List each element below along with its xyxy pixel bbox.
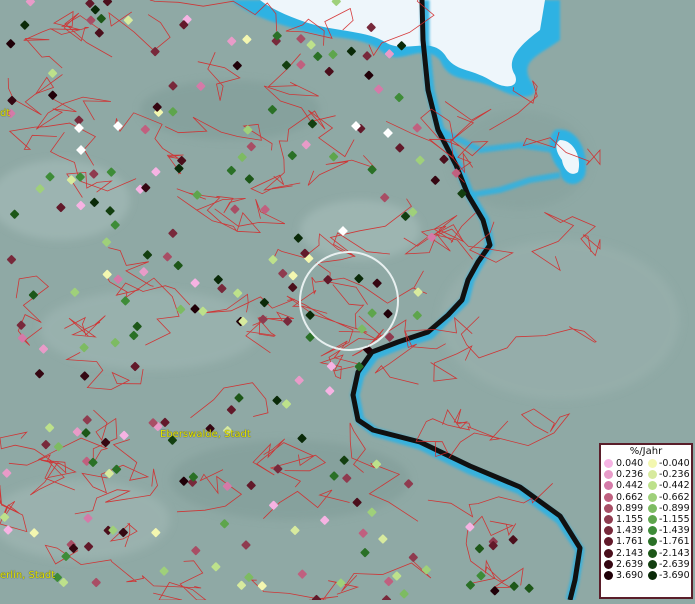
legend-swatch-negative <box>648 470 657 480</box>
legend-swatch-negative <box>648 481 657 491</box>
legend-row: 0.442 -0.442 <box>601 480 691 491</box>
legend-swatch-positive <box>604 503 613 513</box>
legend-swatch-positive <box>604 537 613 547</box>
legend-swatch-positive <box>604 526 613 536</box>
legend-swatch-positive <box>604 459 613 468</box>
legend-row: 2.639 -2.639 <box>601 559 691 570</box>
legend-row: 1.439 -1.439 <box>601 525 691 536</box>
legend-value-positive: 0.899 <box>616 502 644 514</box>
legend-value-negative: -0.899 <box>659 502 690 514</box>
place-label-bernau: erlin, Stadt <box>0 570 56 581</box>
legend: %/Jahr 0.040 -0.040 0.236 -0.236 0.442 -0.442… <box>599 443 693 599</box>
legend-swatch-negative <box>648 559 657 569</box>
legend-swatch-positive <box>604 470 613 480</box>
legend-swatch-negative <box>648 570 657 580</box>
legend-value-positive: 1.155 <box>616 513 644 525</box>
legend-value-negative: -1.155 <box>659 513 690 525</box>
legend-swatch-negative <box>648 537 657 547</box>
legend-row: 0.662 -0.662 <box>601 492 691 503</box>
legend-title: %/Jahr <box>629 446 663 457</box>
legend-value-positive: 0.040 <box>616 458 644 469</box>
legend-swatch-positive <box>604 548 613 558</box>
legend-value-negative: -0.236 <box>659 469 690 481</box>
legend-value-negative: -0.040 <box>659 458 690 469</box>
legend-value-positive: 0.236 <box>616 469 644 481</box>
legend-swatch-positive <box>604 514 613 524</box>
legend-value-negative: -0.442 <box>659 480 690 492</box>
map-canvas[interactable]: Eberswalde, Stadt erlin, Stadt dt <box>0 0 695 604</box>
legend-row: 0.899 -0.899 <box>601 503 691 514</box>
legend-value-positive: 0.442 <box>616 480 644 492</box>
legend-row: 1.761 -1.761 <box>601 536 691 547</box>
legend-swatch-positive <box>604 570 613 580</box>
legend-swatch-negative <box>648 503 657 513</box>
legend-rows: 0.040 -0.040 0.236 -0.236 0.442 -0.442 0.662 -0… <box>601 458 691 581</box>
place-label-eberswalde: Eberswalde, Stadt <box>160 429 251 440</box>
legend-row: 0.040 -0.040 <box>601 458 691 469</box>
legend-swatch-positive <box>604 559 613 569</box>
legend-value-positive: 0.662 <box>616 491 644 503</box>
legend-row: 1.155 -1.155 <box>601 514 691 525</box>
legend-value-positive: 1.761 <box>616 536 644 548</box>
legend-swatch-positive <box>604 492 613 502</box>
legend-row: 3.690 -3.690 <box>601 570 691 581</box>
legend-value-negative: -3.690 <box>659 569 690 581</box>
legend-swatch-negative <box>648 459 657 468</box>
legend-swatch-negative <box>648 492 657 502</box>
legend-value-negative: -2.143 <box>659 547 690 559</box>
place-label-top-left: dt <box>0 108 11 119</box>
legend-value-negative: -0.662 <box>659 491 690 503</box>
legend-row: 0.236 -0.236 <box>601 469 691 480</box>
legend-value-positive: 1.439 <box>616 525 644 537</box>
map-svg <box>0 0 695 604</box>
legend-value-negative: -1.761 <box>659 536 690 548</box>
legend-swatch-positive <box>604 481 613 491</box>
legend-value-negative: -2.639 <box>659 558 690 570</box>
legend-value-positive: 2.639 <box>616 558 644 570</box>
legend-swatch-negative <box>648 548 657 558</box>
legend-value-negative: -1.439 <box>659 525 690 537</box>
legend-value-positive: 3.690 <box>616 569 644 581</box>
legend-value-positive: 2.143 <box>616 547 644 559</box>
legend-row: 2.143 -2.143 <box>601 548 691 559</box>
legend-swatch-negative <box>648 514 657 524</box>
legend-swatch-negative <box>648 526 657 536</box>
